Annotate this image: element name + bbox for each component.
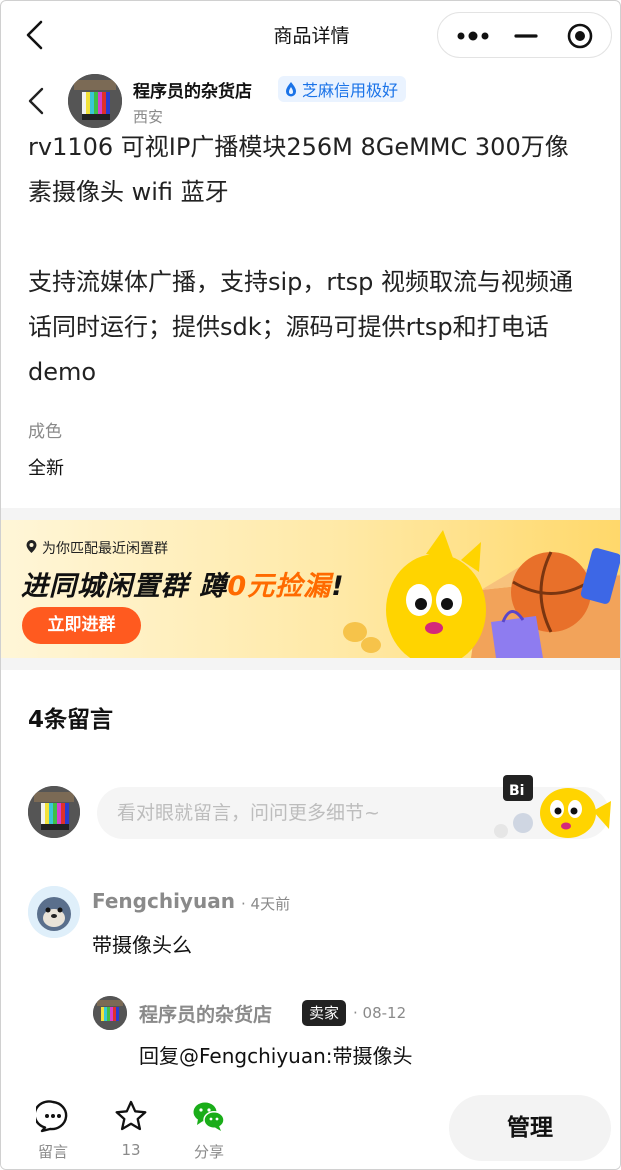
product-title-line: rv1106 可视IP广播模块256M 8GeMMC 300万像 xyxy=(28,133,569,161)
input-mascot-illustration: Bi xyxy=(494,775,611,838)
product-desc-line: demo xyxy=(28,358,97,386)
seller-name[interactable]: 程序员的杂货店 xyxy=(133,77,252,102)
reply-text[interactable]: 回复@Fengchiyuan:带摄像头 xyxy=(139,1040,413,1069)
share-label: 分享 xyxy=(193,1143,224,1161)
my-avatar xyxy=(28,786,80,838)
comment-icon xyxy=(36,1100,68,1133)
minimize-icon[interactable] xyxy=(514,25,538,47)
credit-label: 芝麻信用极好 xyxy=(302,81,399,100)
credit-badge: 芝麻信用极好 xyxy=(278,76,407,102)
favorite-action[interactable]: 13 xyxy=(101,1099,161,1163)
banner-subtitle: 为你匹配最近闲置群 xyxy=(42,541,168,557)
seller-back-icon[interactable] xyxy=(25,87,47,115)
wechat-icon xyxy=(193,1102,225,1131)
product-desc-line: 话同时运行；提供sdk；源码可提供rtsp和打电话 xyxy=(28,313,549,341)
product-title-line: 素摄像头 wifi 蓝牙 xyxy=(28,178,229,206)
reply-avatar[interactable] xyxy=(93,996,127,1030)
join-group-button[interactable]: 立即进群 xyxy=(22,607,141,644)
condition-label: 成色 xyxy=(28,422,62,442)
comment-text[interactable]: 带摄像头么 xyxy=(92,929,192,958)
svg-text:Bi: Bi xyxy=(509,783,524,799)
commenter-avatar[interactable] xyxy=(28,886,80,938)
favorite-count: 13 xyxy=(121,1141,141,1159)
product-description: rv1106 可视IP广播模块256M 8GeMMC 300万像 素摄像头 wi… xyxy=(28,125,610,395)
seller-location: 西安 xyxy=(133,108,164,126)
target-icon[interactable] xyxy=(566,22,594,50)
product-desc-line: 支持流媒体广播，支持sip，rtsp 视频取流与视频通 xyxy=(28,268,574,296)
commenter-name[interactable]: Fengchiyuan xyxy=(92,889,235,913)
condition-value: 全新 xyxy=(28,458,64,479)
group-banner[interactable]: 为你匹配最近闲置群 进同城闲置群 蹲0元捡漏! 立即进群 xyxy=(1,520,620,658)
star-icon xyxy=(115,1100,147,1131)
comment-time: · 4天前 xyxy=(241,895,291,913)
reply-user-name[interactable]: 程序员的杂货店 xyxy=(139,1000,272,1027)
banner-mascot-illustration xyxy=(343,530,620,658)
reply-time: · 08-12 xyxy=(353,1004,407,1022)
seller-badge: 卖家 xyxy=(302,1000,347,1026)
bottom-bar: 留言 13 分享 管理 xyxy=(1,1087,620,1169)
app-window: 商品详情 程序员的杂货店 芝麻信用极好 西安 rv1106 可视IP广播模块25… xyxy=(0,0,621,1170)
share-action[interactable]: 分享 xyxy=(179,1099,239,1163)
banner-headline-text: 进同城闲置群 蹲 xyxy=(21,571,228,602)
banner-headline: 进同城闲置群 蹲0元捡漏! xyxy=(21,564,345,603)
seller-avatar[interactable] xyxy=(68,74,122,128)
location-pin-icon xyxy=(26,540,37,553)
mini-program-capsule xyxy=(437,12,612,58)
title-bar: 商品详情 xyxy=(1,1,620,69)
credit-drop-icon xyxy=(286,82,296,97)
comment-action-label: 留言 xyxy=(37,1143,68,1161)
comments-title: 4条留言 xyxy=(28,707,114,733)
comment-action[interactable]: 留言 xyxy=(23,1099,83,1163)
banner-headline-highlight: 0元捡漏 xyxy=(227,571,332,602)
more-icon[interactable] xyxy=(456,26,490,46)
manage-button[interactable]: 管理 xyxy=(449,1095,611,1161)
